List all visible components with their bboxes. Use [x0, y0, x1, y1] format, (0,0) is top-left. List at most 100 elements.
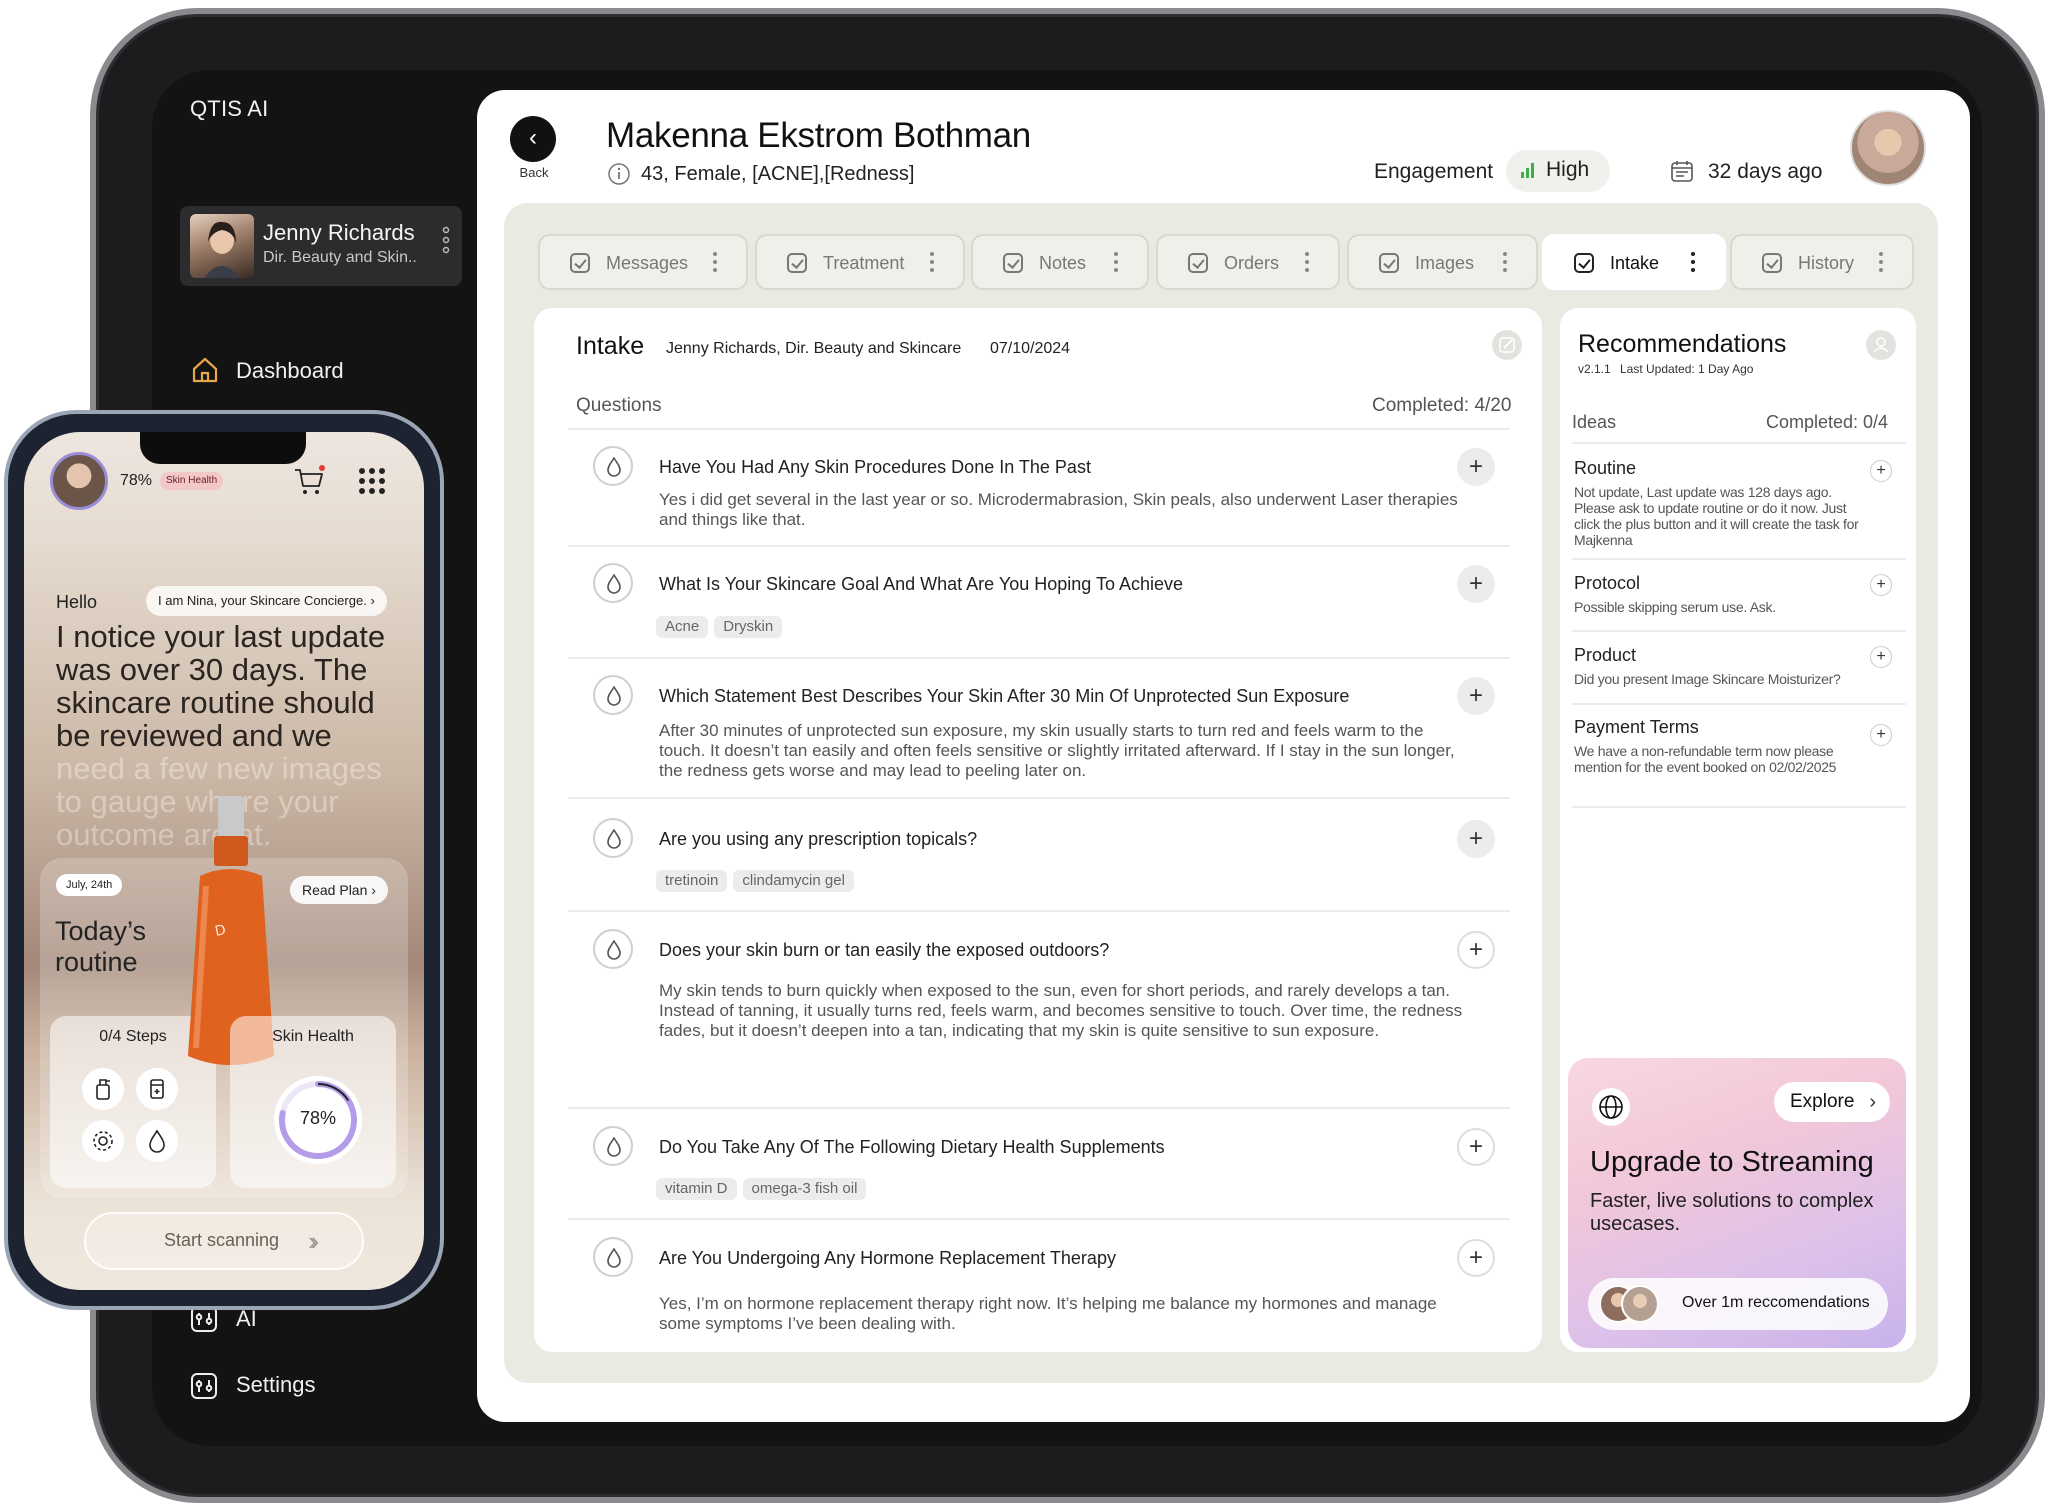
rec-item-text: Possible skipping serum use. Ask. [1574, 599, 1776, 615]
skin-health-percent: 78% [120, 472, 153, 489]
divider [1572, 630, 1906, 632]
explore-button[interactable]: Explore › [1774, 1082, 1890, 1122]
profile-menu-icon[interactable] [440, 222, 452, 258]
phone-notch [140, 432, 306, 464]
intake-title: Intake [576, 332, 645, 360]
tab-orders[interactable]: Orders [1156, 234, 1340, 290]
droplet-icon [593, 675, 633, 715]
more-icon[interactable] [1113, 252, 1119, 274]
chevron-right-icon: › [370, 593, 375, 608]
recommendations-count: Over 1m reccomendations [1682, 1294, 1870, 1311]
tab-intake[interactable]: Intake [1542, 234, 1726, 290]
tab-history[interactable]: History [1730, 234, 1914, 290]
add-button[interactable]: + [1457, 931, 1495, 969]
tab-messages[interactable]: Messages [538, 234, 748, 290]
droplet-icon [593, 563, 633, 603]
nav-item-settings[interactable]: Settings [236, 1372, 316, 1398]
add-button[interactable]: + [1457, 1128, 1495, 1166]
routine-title: Today’s routine [55, 916, 147, 977]
rec-item-title: Routine [1574, 458, 1637, 478]
read-plan-button[interactable]: Read Plan › [290, 876, 388, 904]
tab-images[interactable]: Images [1347, 234, 1538, 290]
droplet-icon[interactable] [136, 1120, 178, 1162]
intake-author: Jenny Richards, Dir. Beauty and Skincare [666, 340, 962, 357]
check-icon [1379, 253, 1399, 273]
home-icon[interactable] [190, 355, 220, 385]
check-icon [570, 253, 590, 273]
add-button[interactable]: + [1870, 724, 1892, 746]
tab-label: Notes [1039, 253, 1087, 273]
divider [1572, 442, 1906, 444]
ideas-label: Ideas [1572, 412, 1617, 432]
rec-item-text: Not update, Last update was 128 days ago… [1574, 484, 1859, 548]
avatar-group [1598, 1284, 1660, 1324]
more-icon[interactable] [1304, 252, 1310, 274]
edit-icon[interactable] [1492, 330, 1522, 360]
phone-user-avatar[interactable] [50, 452, 108, 510]
tab-label: History [1798, 253, 1855, 273]
patient-avatar[interactable] [1850, 110, 1926, 186]
globe-icon [1592, 1088, 1630, 1126]
double-chevron-right-icon: ›› [308, 1226, 320, 1256]
divider [568, 545, 1510, 547]
more-icon[interactable] [1690, 252, 1696, 274]
question-text: Are You Undergoing Any Hormone Replaceme… [659, 1248, 1116, 1268]
divider [1572, 558, 1906, 560]
check-icon [1574, 253, 1594, 273]
tab-treatment[interactable]: Treatment [755, 234, 965, 290]
recommendations-title: Recommendations [1578, 330, 1787, 358]
recommendations-updated: Last Updated: 1 Day Ago [1620, 362, 1754, 376]
ideas-completed: Completed: 0/4 [1766, 412, 1889, 432]
more-icon[interactable] [712, 252, 718, 274]
intake-date: 07/10/2024 [990, 340, 1071, 357]
add-button[interactable]: + [1457, 677, 1495, 715]
recommendations-version: v2.1.1 [1578, 362, 1611, 376]
skin-health-badge: Skin Health [160, 472, 224, 490]
add-button[interactable]: + [1870, 574, 1892, 596]
check-icon [1762, 253, 1782, 273]
back-button[interactable]: ‹ [510, 116, 556, 162]
add-button[interactable]: + [1870, 646, 1892, 668]
gear-icon[interactable] [82, 1120, 124, 1162]
user-role: Dir. Beauty and Skin.. [263, 249, 417, 266]
person-icon[interactable] [1866, 330, 1896, 360]
more-icon[interactable] [929, 252, 935, 274]
add-button[interactable]: + [1457, 565, 1495, 603]
chip-list: vitamin Domega-3 fish oil [656, 1178, 872, 1200]
questions-completed: Completed: 4/20 [1372, 395, 1512, 416]
brand-logo: QTIS AI [190, 96, 269, 121]
tag-chip: Acne [656, 616, 709, 638]
add-button[interactable]: + [1457, 1239, 1495, 1277]
skin-health-value: 78% [299, 1108, 337, 1128]
add-button[interactable]: + [1457, 448, 1495, 486]
check-icon [1188, 253, 1208, 273]
questions-label: Questions [576, 395, 662, 416]
tab-notes[interactable]: Notes [971, 234, 1149, 290]
concierge-pill[interactable]: I am Nina, your Skincare Concierge. › [146, 586, 387, 616]
chip-list: tretinoin clindamycin gel [656, 870, 860, 892]
user-avatar [190, 214, 254, 278]
question-text: Have You Had Any Skin Procedures Done In… [659, 457, 1091, 477]
cart-icon[interactable] [292, 464, 326, 498]
last-seen: 32 days ago [1708, 160, 1823, 183]
user-name: Jenny Richards [263, 220, 415, 245]
droplet-icon [593, 929, 633, 969]
add-button[interactable]: + [1870, 460, 1892, 482]
chevron-right-icon: › [371, 882, 376, 898]
more-icon[interactable] [1502, 252, 1508, 274]
add-button[interactable]: + [1457, 820, 1495, 858]
more-icon[interactable] [1878, 252, 1884, 274]
upgrade-description: Faster, live solutions to complex usecas… [1590, 1190, 1874, 1235]
spray-bottle-icon[interactable] [82, 1068, 124, 1110]
question-text: Does your skin burn or tan easily the ex… [659, 940, 1110, 960]
droplet-icon [593, 1126, 633, 1166]
tag-chip: tretinoin [656, 870, 728, 892]
message-text: I notice your last update was over 30 da… [56, 619, 386, 753]
divider [568, 1218, 1510, 1220]
droplet-icon [593, 818, 633, 858]
upgrade-title: Upgrade to Streaming [1590, 1146, 1874, 1178]
grid-menu-icon[interactable] [357, 466, 387, 496]
tag-chip: vitamin D [656, 1178, 737, 1200]
nav-item-dashboard[interactable]: Dashboard [236, 358, 344, 384]
settings-icon[interactable] [190, 1372, 218, 1400]
